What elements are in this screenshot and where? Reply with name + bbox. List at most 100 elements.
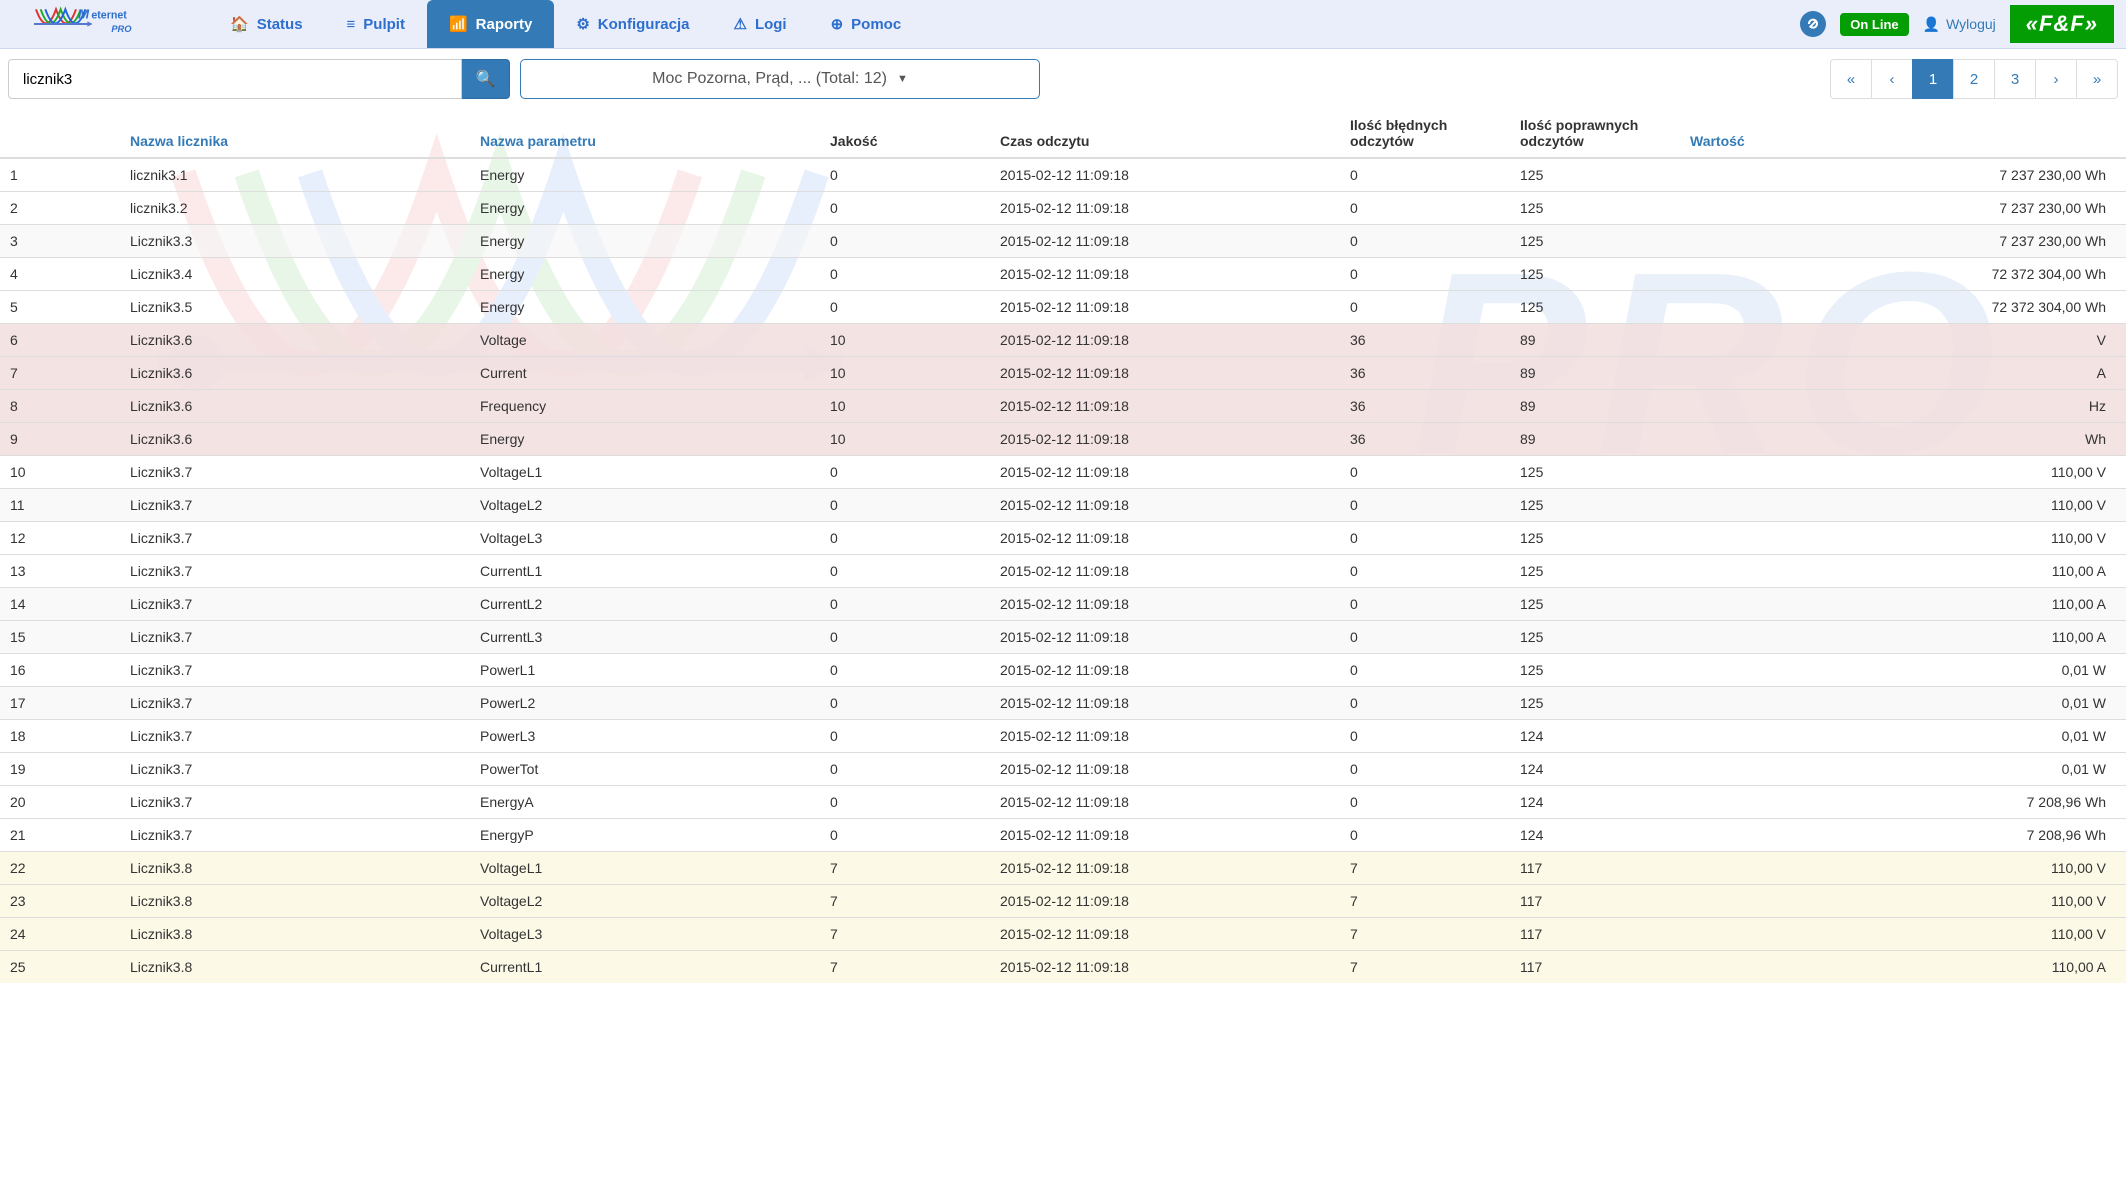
table-row[interactable]: 23Licznik3.8VoltageL272015-02-12 11:09:1… bbox=[0, 885, 2126, 918]
page-first[interactable]: « bbox=[1830, 59, 1872, 99]
page-1[interactable]: 1 bbox=[1912, 59, 1954, 99]
table-row[interactable]: 7Licznik3.6Current102015-02-12 11:09:183… bbox=[0, 357, 2126, 390]
cell-time: 2015-02-12 11:09:18 bbox=[990, 158, 1340, 192]
table-row[interactable]: 1licznik3.1Energy02015-02-12 11:09:18012… bbox=[0, 158, 2126, 192]
table-row[interactable]: 9Licznik3.6Energy102015-02-12 11:09:1836… bbox=[0, 423, 2126, 456]
table-row[interactable]: 17Licznik3.7PowerL202015-02-12 11:09:180… bbox=[0, 687, 2126, 720]
status-badge: On Line bbox=[1840, 13, 1908, 36]
cell-param: VoltageL2 bbox=[470, 885, 820, 918]
cell-time: 2015-02-12 11:09:18 bbox=[990, 225, 1340, 258]
app-logo[interactable]: M eternet PRO bbox=[4, 0, 208, 48]
cell-quality: 7 bbox=[820, 918, 990, 951]
col-quality[interactable]: Jakość bbox=[820, 109, 990, 158]
cell-name: licznik3.2 bbox=[120, 192, 470, 225]
table-row[interactable]: 25Licznik3.8CurrentL172015-02-12 11:09:1… bbox=[0, 951, 2126, 984]
cell-time: 2015-02-12 11:09:18 bbox=[990, 357, 1340, 390]
cell-name: Licznik3.5 bbox=[120, 291, 470, 324]
col-value[interactable]: Wartość bbox=[1680, 109, 2126, 158]
cell-name: Licznik3.7 bbox=[120, 456, 470, 489]
table-row[interactable]: 11Licznik3.7VoltageL202015-02-12 11:09:1… bbox=[0, 489, 2126, 522]
cell-quality: 10 bbox=[820, 357, 990, 390]
col-good[interactable]: Ilość poprawnych odczytów bbox=[1510, 109, 1680, 158]
table-row[interactable]: 14Licznik3.7CurrentL202015-02-12 11:09:1… bbox=[0, 588, 2126, 621]
navbar: M eternet PRO 🏠Status≡Pulpit📶Raporty⚙Kon… bbox=[0, 0, 2126, 49]
col-name[interactable]: Nazwa licznika bbox=[120, 109, 470, 158]
table-row[interactable]: 3Licznik3.3Energy02015-02-12 11:09:18012… bbox=[0, 225, 2126, 258]
page-next[interactable]: › bbox=[2035, 59, 2077, 99]
page-last[interactable]: » bbox=[2076, 59, 2118, 99]
nav-tab-pulpit[interactable]: ≡Pulpit bbox=[325, 0, 427, 48]
nav-tab-label: Logi bbox=[755, 16, 787, 33]
search-input[interactable] bbox=[8, 59, 462, 99]
page-3[interactable]: 3 bbox=[1994, 59, 2036, 99]
table-row[interactable]: 19Licznik3.7PowerTot02015-02-12 11:09:18… bbox=[0, 753, 2126, 786]
cell-quality: 0 bbox=[820, 158, 990, 192]
table-row[interactable]: 6Licznik3.6Voltage102015-02-12 11:09:183… bbox=[0, 324, 2126, 357]
cell-value: 110,00 V bbox=[1680, 489, 2126, 522]
table-row[interactable]: 21Licznik3.7EnergyP02015-02-12 11:09:180… bbox=[0, 819, 2126, 852]
table-row[interactable]: 4Licznik3.4Energy02015-02-12 11:09:18012… bbox=[0, 258, 2126, 291]
table-row[interactable]: 5Licznik3.5Energy02015-02-12 11:09:18012… bbox=[0, 291, 2126, 324]
parameter-filter-select[interactable]: Moc Pozorna, Prąd, ... (Total: 12) ▼ bbox=[520, 59, 1040, 99]
nav-tab-pomoc[interactable]: ⊕Pomoc bbox=[809, 0, 924, 48]
cell-index: 20 bbox=[0, 786, 120, 819]
cell-param: CurrentL3 bbox=[470, 621, 820, 654]
cell-value: 110,00 A bbox=[1680, 951, 2126, 984]
cell-index: 16 bbox=[0, 654, 120, 687]
cell-good: 89 bbox=[1510, 423, 1680, 456]
cell-param: CurrentL2 bbox=[470, 588, 820, 621]
table-row[interactable]: 2licznik3.2Energy02015-02-12 11:09:18012… bbox=[0, 192, 2126, 225]
cell-value: Hz bbox=[1680, 390, 2126, 423]
table-row[interactable]: 13Licznik3.7CurrentL102015-02-12 11:09:1… bbox=[0, 555, 2126, 588]
cell-value: 7 237 230,00 Wh bbox=[1680, 225, 2126, 258]
cell-index: 4 bbox=[0, 258, 120, 291]
cell-quality: 0 bbox=[820, 555, 990, 588]
cell-bad: 0 bbox=[1340, 522, 1510, 555]
cell-index: 7 bbox=[0, 357, 120, 390]
cell-name: Licznik3.7 bbox=[120, 819, 470, 852]
help-icon: ⊕ bbox=[831, 15, 844, 33]
cell-index: 25 bbox=[0, 951, 120, 984]
cell-quality: 0 bbox=[820, 753, 990, 786]
warning-icon: ⚠ bbox=[733, 15, 746, 33]
cell-name: Licznik3.7 bbox=[120, 786, 470, 819]
search-button[interactable]: 🔍 bbox=[462, 59, 510, 99]
cell-value: 110,00 A bbox=[1680, 588, 2126, 621]
col-time[interactable]: Czas odczytu bbox=[990, 109, 1340, 158]
table-row[interactable]: 10Licznik3.7VoltageL102015-02-12 11:09:1… bbox=[0, 456, 2126, 489]
cell-bad: 36 bbox=[1340, 357, 1510, 390]
refresh-button[interactable] bbox=[1800, 11, 1826, 37]
table-row[interactable]: 22Licznik3.8VoltageL172015-02-12 11:09:1… bbox=[0, 852, 2126, 885]
cell-param: Energy bbox=[470, 423, 820, 456]
table-row[interactable]: 8Licznik3.6Frequency102015-02-12 11:09:1… bbox=[0, 390, 2126, 423]
table-row[interactable]: 16Licznik3.7PowerL102015-02-12 11:09:180… bbox=[0, 654, 2126, 687]
cell-bad: 0 bbox=[1340, 654, 1510, 687]
cell-value: 110,00 A bbox=[1680, 621, 2126, 654]
cell-quality: 0 bbox=[820, 819, 990, 852]
page-2[interactable]: 2 bbox=[1953, 59, 1995, 99]
nav-tab-logi[interactable]: ⚠ Logi bbox=[711, 0, 808, 48]
col-param[interactable]: Nazwa parametru bbox=[470, 109, 820, 158]
table-row[interactable]: 18Licznik3.7PowerL302015-02-12 11:09:180… bbox=[0, 720, 2126, 753]
user-icon: 👤 bbox=[1923, 16, 1940, 33]
logout-link[interactable]: 👤 Wyloguj bbox=[1923, 16, 1996, 33]
cell-good: 125 bbox=[1510, 192, 1680, 225]
cell-time: 2015-02-12 11:09:18 bbox=[990, 192, 1340, 225]
cell-bad: 0 bbox=[1340, 687, 1510, 720]
table-row[interactable]: 15Licznik3.7CurrentL302015-02-12 11:09:1… bbox=[0, 621, 2126, 654]
table-row[interactable]: 12Licznik3.7VoltageL302015-02-12 11:09:1… bbox=[0, 522, 2126, 555]
nav-tab-konfiguracja[interactable]: ⚙Konfiguracja bbox=[554, 0, 711, 48]
cell-time: 2015-02-12 11:09:18 bbox=[990, 951, 1340, 984]
nav-tab-label: Status bbox=[257, 16, 303, 33]
nav-tab-status[interactable]: 🏠Status bbox=[208, 0, 325, 48]
nav-tab-label: Pulpit bbox=[363, 16, 405, 33]
page-prev[interactable]: ‹ bbox=[1871, 59, 1913, 99]
cell-param: VoltageL3 bbox=[470, 918, 820, 951]
table-row[interactable]: 24Licznik3.8VoltageL372015-02-12 11:09:1… bbox=[0, 918, 2126, 951]
cell-name: Licznik3.8 bbox=[120, 885, 470, 918]
cell-index: 9 bbox=[0, 423, 120, 456]
nav-tab-raporty[interactable]: 📶Raporty bbox=[427, 0, 554, 48]
table-row[interactable]: 20Licznik3.7EnergyA02015-02-12 11:09:180… bbox=[0, 786, 2126, 819]
cell-name: Licznik3.7 bbox=[120, 489, 470, 522]
col-bad[interactable]: Ilość błędnych odczytów bbox=[1340, 109, 1510, 158]
